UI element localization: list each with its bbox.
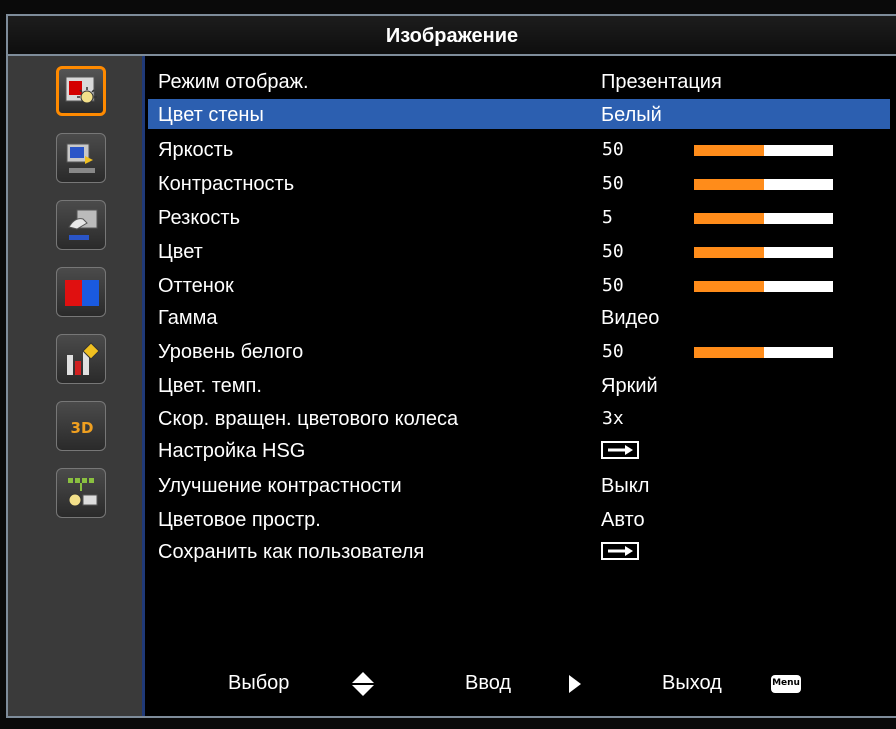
level-bar[interactable] [694, 213, 833, 224]
menu-item-color-space[interactable]: Цветовое простр. Авто [148, 504, 890, 534]
menu-item-save-user[interactable]: Сохранить как пользователя [148, 536, 890, 566]
sidebar-item-color[interactable] [56, 267, 106, 317]
level-bar[interactable] [694, 179, 833, 190]
menu-item-value: 50 [602, 173, 624, 194]
level-bar[interactable] [694, 247, 833, 258]
menu-item-label: Гамма [158, 307, 218, 329]
menu-item-value: 5 [602, 207, 613, 228]
menu-item-tint[interactable]: Оттенок 50 [148, 270, 890, 300]
menu-item-value: Выкл [601, 475, 650, 497]
level-bar-fill [694, 281, 764, 292]
color-icon [65, 280, 99, 306]
level-bar-fill [694, 179, 764, 190]
menu-key-label: Menu [772, 678, 800, 688]
menu-item-value: Авто [601, 509, 645, 531]
level-bar[interactable] [694, 145, 833, 156]
menu-item-label: Сохранить как пользователя [158, 541, 425, 563]
menu-item-label: Настройка HSG [158, 440, 306, 462]
menu-item-label: Цвет. темп. [158, 375, 262, 397]
display-settings-icon [66, 143, 95, 173]
menu-item-display-mode[interactable]: Режим отображ. Презентация [148, 66, 890, 96]
menu-item-contrast-enhancement[interactable]: Улучшение контрастности Выкл [148, 470, 890, 500]
menu-item-label: Цветовое простр. [158, 509, 321, 531]
menu-key-icon: Menu [771, 675, 801, 693]
menu-item-label: Яркость [158, 139, 234, 161]
menu-item-value: Белый [601, 104, 662, 126]
title-bar: Изображение [8, 16, 896, 56]
menu-item-label: Цвет [158, 241, 203, 263]
menu-item-sharpness[interactable]: Резкость 5 [148, 202, 890, 232]
image-settings-icon [65, 76, 97, 107]
menu-item-value: 50 [602, 139, 624, 160]
menu-item-color-wheel-speed[interactable]: Скор. вращен. цветового колеса 3x [148, 403, 890, 433]
menu-item-contrast[interactable]: Контрастность 50 [148, 168, 890, 198]
sidebar-item-options[interactable] [56, 334, 106, 384]
menu-item-label: Оттенок [158, 275, 234, 297]
menu-item-value: Видео [601, 307, 660, 329]
sidebar-item-display[interactable] [56, 133, 106, 183]
footer-select-label: Выбор [228, 672, 290, 694]
level-bar-fill [694, 145, 764, 156]
sidebar-item-3d[interactable]: 3D [56, 401, 106, 451]
3d-icon: 3D [71, 419, 94, 437]
menu-item-label: Улучшение контрастности [158, 475, 402, 497]
sidebar-item-network[interactable] [56, 468, 106, 518]
page-title: Изображение [385, 25, 519, 47]
svg-text:3D: 3D [71, 419, 94, 437]
level-bar[interactable] [694, 281, 833, 292]
menu-item-label: Контрастность [158, 173, 295, 195]
footer-exit-label: Выход [662, 672, 722, 694]
menu-item-gamma[interactable]: Гамма Видео [148, 302, 890, 332]
menu-item-value: Яркий [601, 375, 658, 397]
menu-item-color-temp[interactable]: Цвет. темп. Яркий [148, 370, 890, 400]
menu-item-label: Цвет стены [158, 104, 264, 126]
menu-item-value: Презентация [601, 71, 722, 93]
enter-arrow-icon[interactable] [601, 542, 639, 560]
menu-item-value: 50 [602, 275, 624, 296]
menu-item-value: 3x [602, 408, 624, 429]
level-bar-fill [694, 347, 764, 358]
menu-item-value: 50 [602, 241, 624, 262]
menu-item-white-level[interactable]: Уровень белого 50 [148, 336, 890, 366]
sidebar: 3D [8, 56, 142, 716]
level-bar[interactable] [694, 347, 833, 358]
menu-item-hsg[interactable]: Настройка HSG [148, 435, 890, 465]
menu-item-value: 50 [602, 341, 624, 362]
level-bar-fill [694, 213, 764, 224]
menu-item-label: Режим отображ. [158, 71, 309, 93]
menu-item-label: Скор. вращен. цветового колеса [158, 408, 459, 430]
menu-item-wall-color[interactable]: Цвет стены Белый [148, 99, 890, 129]
menu-item-label: Уровень белого [158, 341, 304, 363]
network-icon [68, 478, 98, 507]
menu-item-label: Резкость [158, 207, 240, 229]
menu-item-brightness[interactable]: Яркость 50 [148, 134, 890, 164]
level-bar-fill [694, 247, 764, 258]
options-info-icon [67, 342, 100, 375]
menu-item-color[interactable]: Цвет 50 [148, 236, 890, 266]
up-down-arrows-icon [352, 672, 374, 696]
menu-list: Режим отображ. Презентация Цвет стены Бе… [145, 56, 896, 716]
setup-icon [68, 209, 98, 240]
footer-enter-label: Ввод [465, 672, 512, 694]
sidebar-item-setup[interactable] [56, 200, 106, 250]
right-arrow-icon [569, 675, 581, 693]
enter-arrow-icon[interactable] [601, 441, 639, 459]
sidebar-item-image[interactable] [56, 66, 106, 116]
